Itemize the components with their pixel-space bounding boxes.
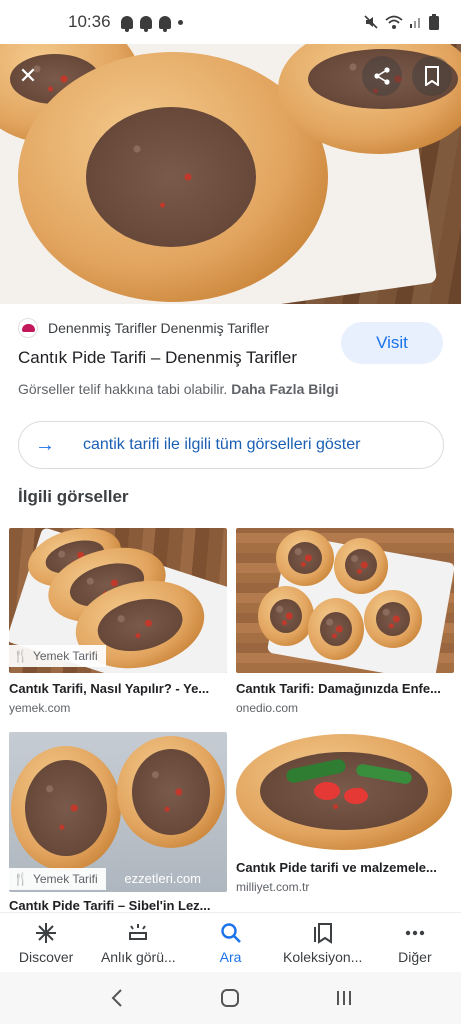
pide-image xyxy=(117,736,225,848)
copyright-text: Görseller telif hakkına tabi olabilir. xyxy=(18,381,228,397)
nav-discover[interactable]: Discover xyxy=(0,913,92,972)
copyright-notice: Görseller telif hakkına tabi olabilir. D… xyxy=(18,381,339,397)
bookmark-icon[interactable] xyxy=(412,56,452,96)
asterisk-icon xyxy=(36,922,57,943)
badge-label: Yemek Tarifi xyxy=(32,872,98,886)
tomato xyxy=(314,782,340,800)
pide-image xyxy=(276,530,334,586)
pide-filling xyxy=(288,542,322,574)
pide-filling xyxy=(376,602,410,636)
card-domain: milliyet.com.tr xyxy=(236,880,310,894)
pide-filling xyxy=(132,749,210,835)
more-icon xyxy=(405,930,425,935)
bottom-navigation: Discover Anlık görü... Ara Koleksiyon...… xyxy=(0,912,461,972)
snapshot-icon xyxy=(129,923,148,940)
visit-button[interactable]: Visit xyxy=(341,322,443,364)
card-title[interactable]: Cantık Tarifi: Damağınızda Enfe... xyxy=(236,681,454,696)
nav-label: Discover xyxy=(18,948,74,965)
signal-icon xyxy=(410,18,420,28)
pide-filling xyxy=(270,599,302,633)
battery-icon xyxy=(429,14,439,30)
pide-filling xyxy=(25,760,107,856)
show-all-label: cantik tarifi ile ilgili tüm görselleri … xyxy=(83,436,361,453)
nav-label: Anlık görü... xyxy=(100,948,176,965)
pide-image xyxy=(11,746,121,871)
tomato xyxy=(344,788,368,804)
bell-icon xyxy=(139,15,152,32)
show-all-images-button[interactable]: → cantik tarifi ile ilgili tüm görseller… xyxy=(18,421,444,469)
nav-label: Ara xyxy=(219,948,242,965)
nav-more[interactable]: Diğer xyxy=(369,913,461,972)
pide-filling xyxy=(345,549,377,581)
related-image-thumbnail[interactable]: ezzetleri.com 🍴 Yemek Tarifi xyxy=(9,732,227,892)
close-icon[interactable]: ✕ xyxy=(14,62,42,90)
result-title[interactable]: Cantık Pide Tarifi – Denenmiş Tarifler xyxy=(18,348,297,368)
share-icon[interactable] xyxy=(362,56,402,96)
recent-apps-icon[interactable] xyxy=(324,978,364,1018)
more-info-link[interactable]: Daha Fazla Bilgi xyxy=(231,381,338,397)
system-navigation-bar xyxy=(0,972,461,1024)
pide-filling xyxy=(92,591,188,659)
related-image-thumbnail[interactable] xyxy=(236,732,454,852)
related-image-thumbnail[interactable] xyxy=(236,528,454,673)
source-badge: 🍴 Yemek Tarifi xyxy=(9,645,106,667)
status-time: 10:36 xyxy=(68,12,111,31)
site-logo xyxy=(18,318,38,338)
badge-label: Yemek Tarifi xyxy=(32,649,98,663)
card-domain: onedio.com xyxy=(236,701,299,715)
dot-icon xyxy=(177,19,183,25)
wifi-icon xyxy=(385,15,403,29)
source-row[interactable]: Denenmiş Tarifler Denenmiş Tarifler xyxy=(18,318,269,338)
nav-label: Koleksiyon... xyxy=(283,948,363,965)
fork-knife-icon: 🍴 xyxy=(13,872,28,886)
related-images-heading: İlgili görseller xyxy=(18,487,129,506)
pide-image xyxy=(364,590,422,648)
back-icon[interactable] xyxy=(97,978,137,1018)
related-image-card[interactable]: Cantık Pide tarifi ve malzemele... milli… xyxy=(236,732,454,894)
related-image-thumbnail[interactable]: 🍴 Yemek Tarifi xyxy=(9,528,227,673)
fork-knife-icon: 🍴 xyxy=(13,649,28,663)
pide-image xyxy=(308,598,364,660)
source-badge: 🍴 Yemek Tarifi xyxy=(9,868,106,890)
source-name: Denenmiş Tarifler Denenmiş Tarifler xyxy=(48,320,270,336)
nav-snapshot[interactable]: Anlık görü... xyxy=(92,913,184,972)
collections-icon xyxy=(313,922,332,944)
bell-icon xyxy=(158,15,171,32)
notification-icons xyxy=(120,15,183,32)
card-title[interactable]: Cantık Pide tarifi ve malzemele... xyxy=(236,860,454,875)
arrow-right-icon: → xyxy=(35,433,55,456)
system-status-icons xyxy=(363,14,439,30)
card-title[interactable]: Cantık Tarifi, Nasıl Yapılır? - Ye... xyxy=(9,681,227,696)
nav-search[interactable]: Ara xyxy=(184,913,276,972)
related-image-card[interactable]: 🍴 Yemek Tarifi Cantık Tarifi, Nasıl Yapı… xyxy=(9,528,227,715)
search-icon xyxy=(220,922,241,943)
pide-filling xyxy=(320,612,352,646)
mute-icon xyxy=(364,15,378,29)
pide-image xyxy=(258,586,314,646)
card-title[interactable]: Cantık Pide Tarifi – Sibel'in Lez... xyxy=(9,898,227,913)
nav-collections[interactable]: Koleksiyon... xyxy=(277,913,369,972)
pide-image xyxy=(236,734,452,850)
related-image-card[interactable]: Cantık Tarifi: Damağınızda Enfe... onedi… xyxy=(236,528,454,715)
pide-image xyxy=(334,538,388,594)
bell-icon xyxy=(120,15,133,32)
card-domain: yemek.com xyxy=(9,701,71,715)
pide-filling xyxy=(86,107,256,247)
status-bar: 10:36 xyxy=(0,0,461,44)
nav-label: Diğer xyxy=(398,948,432,965)
home-icon[interactable] xyxy=(210,978,250,1018)
hero-image[interactable]: ✕ xyxy=(0,44,461,304)
watermark-text: ezzetleri.com xyxy=(124,871,201,886)
related-image-card[interactable]: ezzetleri.com 🍴 Yemek Tarifi Cantık Pide… xyxy=(9,732,227,913)
